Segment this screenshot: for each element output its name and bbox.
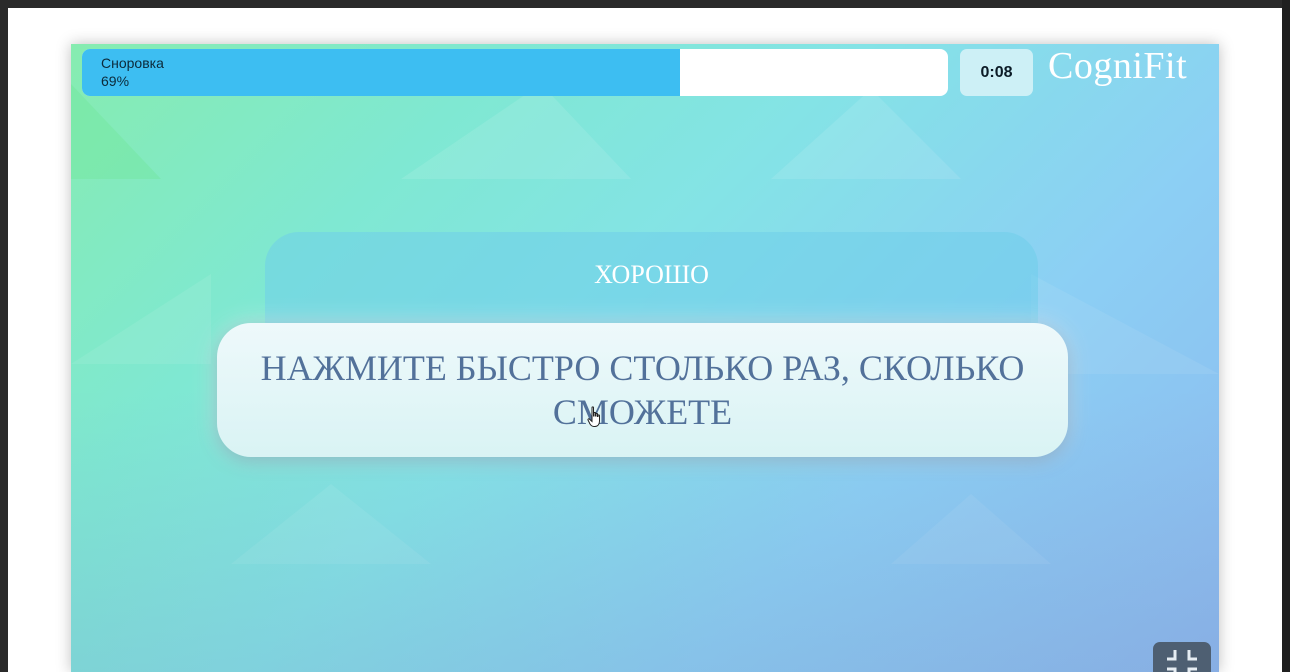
cognifit-logo: CogniFit: [1048, 45, 1188, 87]
bg-triangle: [401, 84, 631, 179]
fullscreen-button[interactable]: [1153, 642, 1211, 672]
timer: 0:08: [960, 49, 1033, 96]
progress-label: Сноровка 69%: [101, 54, 164, 90]
bg-triangle: [71, 84, 161, 179]
bg-triangle: [231, 484, 431, 564]
instruction-text: НАЖМИТЕ БЫСТРО СТОЛЬКО РАЗ, СКОЛЬКО СМОЖ…: [260, 348, 1025, 432]
bg-triangle: [891, 494, 1051, 564]
bg-triangle: [71, 274, 211, 364]
game-area[interactable]: Сноровка 69% 0:08 CogniFit ХОРОШО НАЖМИТ…: [71, 44, 1219, 672]
progress-fill: [82, 49, 680, 96]
exit-fullscreen-icon: [1167, 650, 1197, 672]
skill-progress-bar: Сноровка 69%: [82, 49, 948, 96]
feedback-text: ХОРОШО: [594, 260, 709, 289]
skill-name: Сноровка: [101, 55, 164, 71]
hand-pointer-icon: [587, 406, 600, 427]
skill-percent: 69%: [101, 73, 130, 89]
instruction-card[interactable]: НАЖМИТЕ БЫСТРО СТОЛЬКО РАЗ, СКОЛЬКО СМОЖ…: [217, 323, 1068, 457]
window-edge: [1282, 0, 1290, 672]
bg-triangle: [771, 89, 961, 179]
